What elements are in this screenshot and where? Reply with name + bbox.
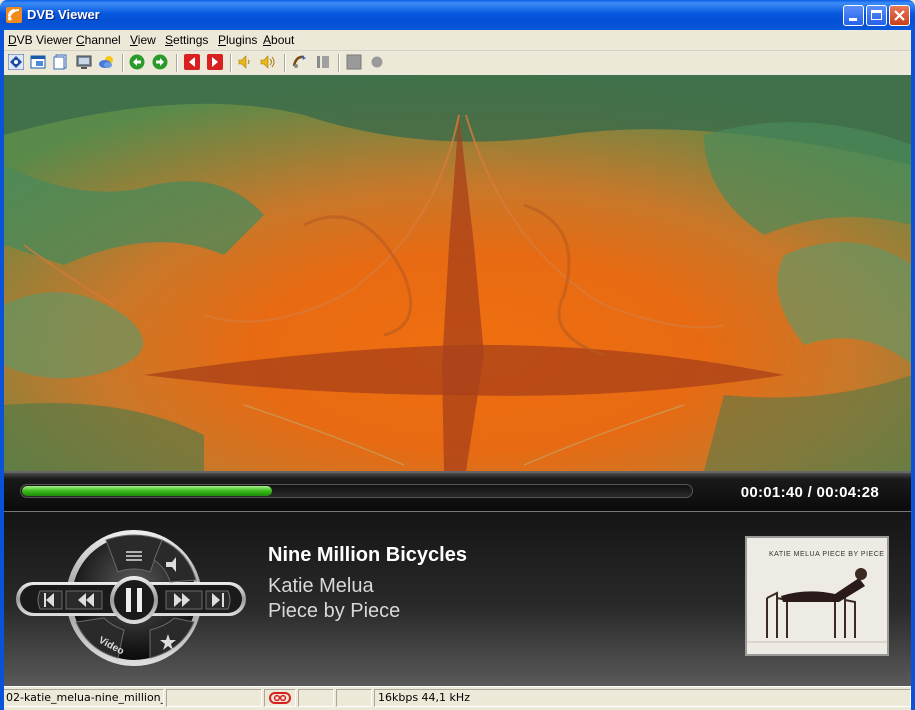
- seek-bar[interactable]: [20, 484, 693, 498]
- status-filename: 02-katie_melua-nine_million_bicycles: [2, 689, 164, 707]
- playback-controls: Video: [16, 530, 246, 666]
- window-title: DVB Viewer: [27, 7, 100, 22]
- fast-forward-button[interactable]: [165, 590, 203, 610]
- status-panel-empty: [298, 689, 334, 707]
- prev-icon[interactable]: [184, 54, 200, 70]
- seekbar-panel: 00:01:40 / 00:04:28: [4, 471, 912, 513]
- track-title: Nine Million Bicycles: [268, 544, 467, 566]
- back-icon[interactable]: [129, 54, 145, 70]
- copy-icon[interactable]: [53, 54, 69, 70]
- seek-progress: [22, 486, 272, 496]
- status-bar: 02-katie_melua-nine_million_bicycles 16k…: [0, 686, 915, 710]
- status-panel-empty: [336, 689, 372, 707]
- volume-down-icon[interactable]: [237, 54, 253, 70]
- toolbar-separator: [230, 54, 232, 72]
- skip-forward-button[interactable]: [205, 590, 231, 610]
- window-icon[interactable]: [30, 54, 46, 70]
- menu-view[interactable]: View: [130, 33, 156, 47]
- app-icon: [6, 7, 22, 23]
- toolbar-separator: [176, 54, 178, 72]
- record-icon[interactable]: [369, 54, 385, 70]
- time-readout: 00:01:40 / 00:04:28: [740, 484, 879, 501]
- menu-about[interactable]: About: [263, 33, 294, 47]
- visualization-image: [4, 75, 912, 471]
- status-record: [264, 689, 296, 707]
- album-cover: KATIE MELUA PIECE BY PIECE: [745, 536, 889, 656]
- menu-dvb-viewer[interactable]: DVB Viewer: [8, 33, 72, 47]
- toolbar-separator: [284, 54, 286, 72]
- skip-back-button[interactable]: [37, 590, 63, 610]
- close-button[interactable]: [889, 5, 910, 26]
- status-bitrate: 16kbps 44,1 kHz: [374, 689, 911, 707]
- minimize-button[interactable]: [843, 5, 864, 26]
- volume-up-icon[interactable]: [260, 54, 276, 70]
- toolbar-separator: [338, 54, 340, 72]
- video-visualization[interactable]: [4, 75, 912, 471]
- pause-icon[interactable]: [315, 54, 331, 70]
- menu-channel[interactable]: Channel: [76, 33, 121, 47]
- stop-icon[interactable]: [346, 54, 362, 70]
- pause-button[interactable]: [110, 576, 158, 624]
- track-artist: Katie Melua: [268, 575, 374, 597]
- rewind-button[interactable]: [65, 590, 103, 610]
- mute-icon[interactable]: [292, 54, 308, 70]
- close-icon: [894, 10, 905, 21]
- osd-icon[interactable]: [8, 54, 24, 70]
- next-icon[interactable]: [207, 54, 223, 70]
- record-indicator-icon: [269, 692, 291, 704]
- cover-text: KATIE MELUA PIECE BY PIECE: [769, 551, 885, 558]
- toolbar: [0, 51, 915, 76]
- now-playing-panel: Video Nine Million Bicycles Katie Melua …: [4, 511, 912, 687]
- title-bar[interactable]: DVB Viewer: [0, 0, 915, 30]
- forward-icon[interactable]: [152, 54, 168, 70]
- status-panel-empty: [166, 689, 262, 707]
- menu-bar: DVB Viewer Channel View Settings Plugins…: [0, 30, 915, 51]
- app-window: DVB Viewer DVB Viewer Channel View Setti…: [0, 0, 915, 710]
- track-album: Piece by Piece: [268, 600, 401, 622]
- menu-settings[interactable]: Settings: [165, 33, 208, 47]
- window-frame: [911, 30, 915, 710]
- maximize-button[interactable]: [866, 5, 887, 26]
- menu-plugins[interactable]: Plugins: [218, 33, 257, 47]
- weather-icon[interactable]: [99, 54, 115, 70]
- toolbar-separator: [122, 54, 124, 72]
- window-frame: [0, 30, 4, 710]
- screen-icon[interactable]: [76, 54, 92, 70]
